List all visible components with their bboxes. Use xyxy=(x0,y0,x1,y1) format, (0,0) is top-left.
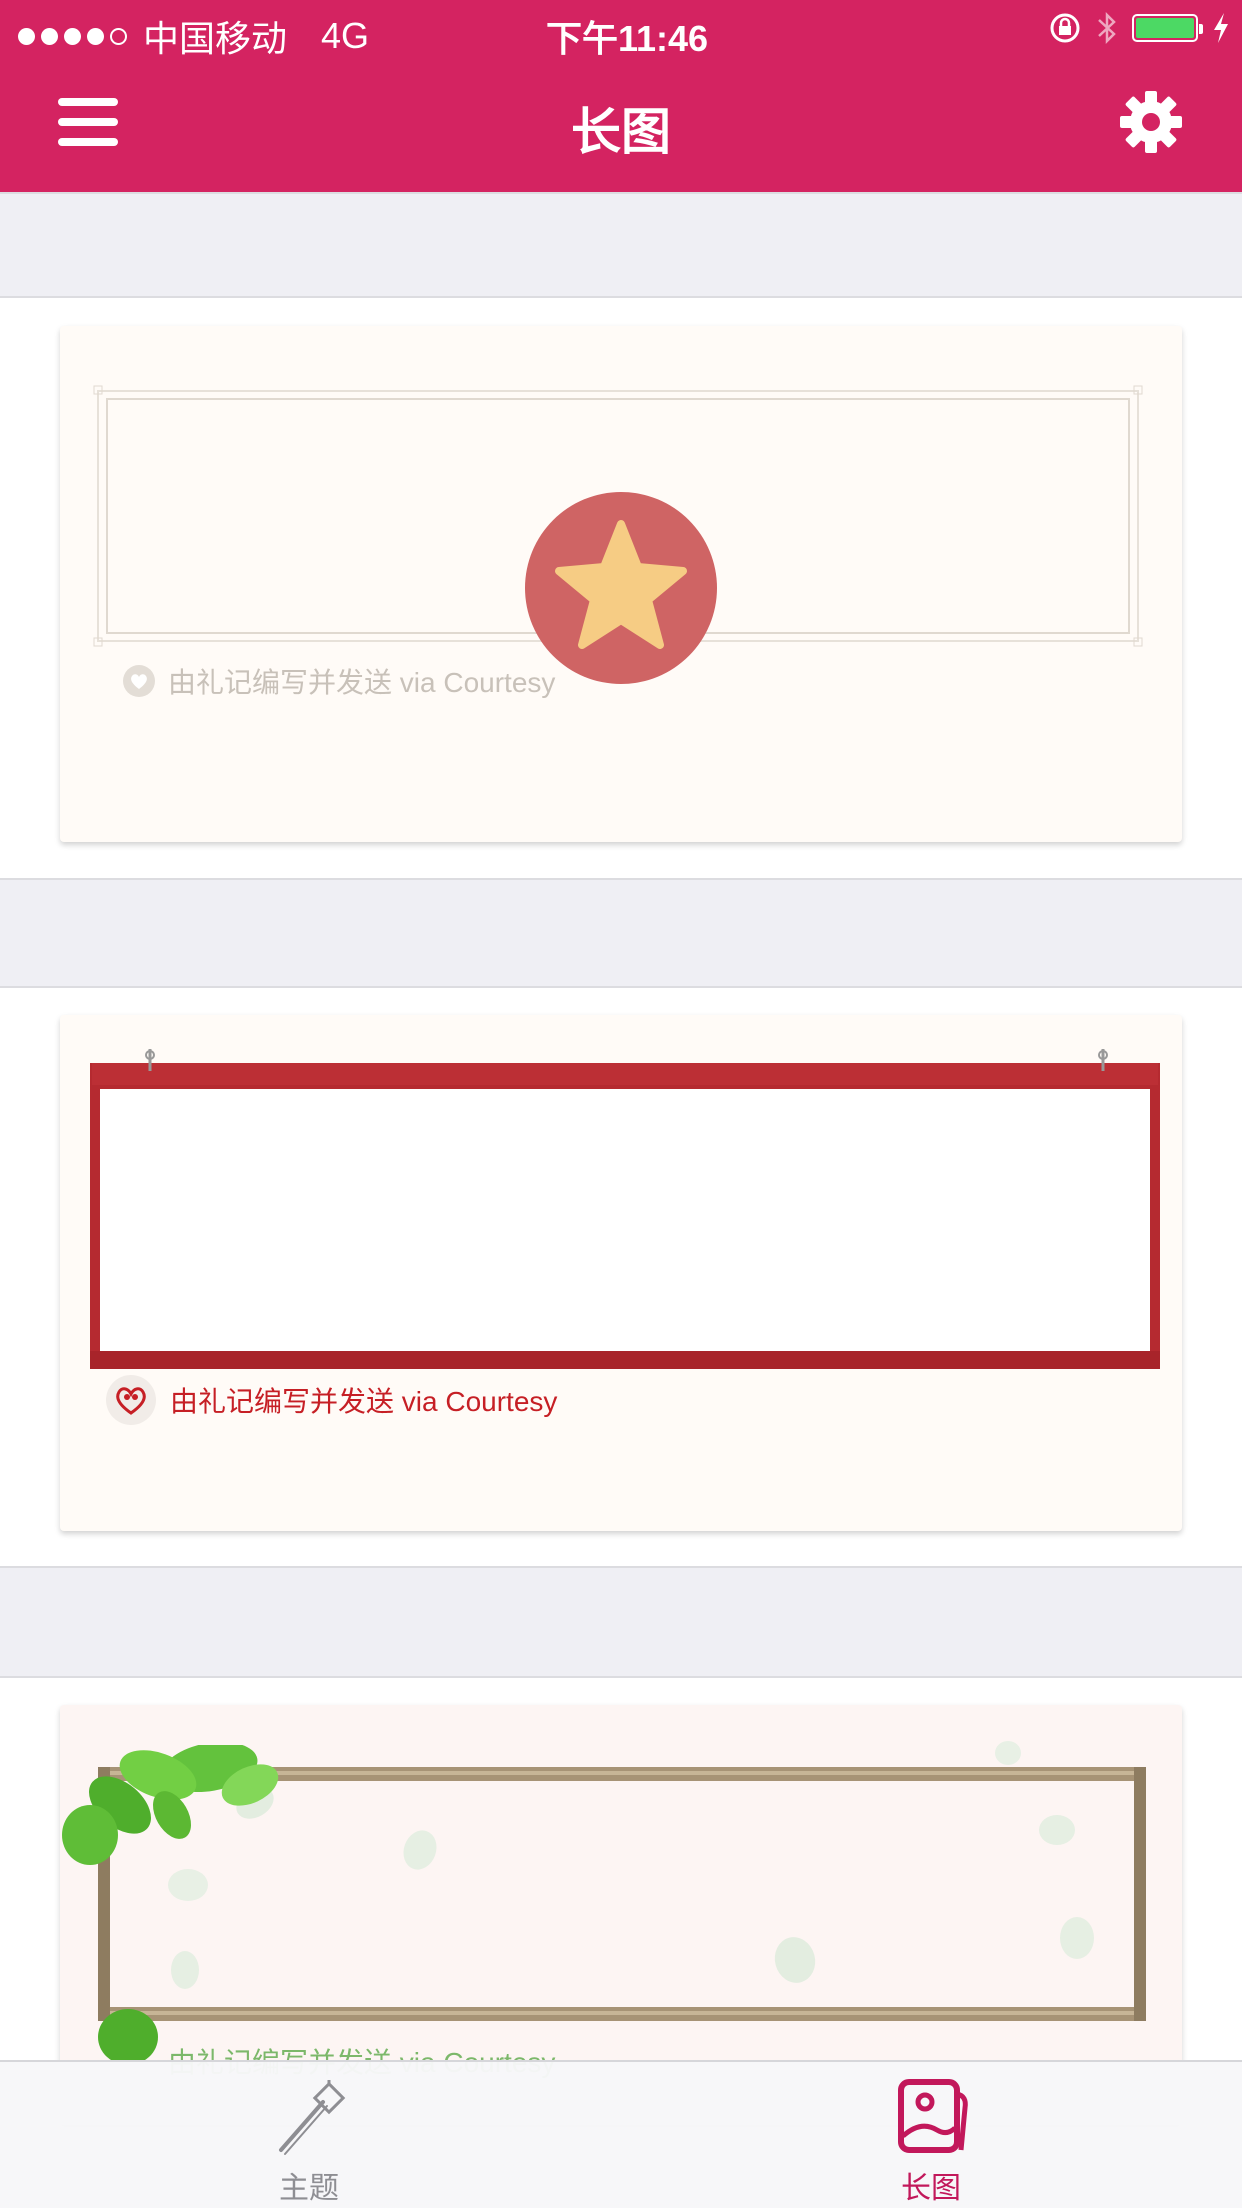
credit-line: 由礼记编写并发送 via Courtesy xyxy=(104,1373,557,1427)
battery-icon xyxy=(1132,14,1203,42)
credit-line: 由礼记编写并发送 via Courtesy xyxy=(122,661,555,701)
gear-icon[interactable] xyxy=(1120,91,1182,153)
section-gap xyxy=(0,1566,1242,1678)
red-board-decoration xyxy=(90,1049,1160,1369)
tab-label: 长图 xyxy=(901,2172,961,2205)
section-gap xyxy=(0,878,1242,988)
tab-bar: 主题 长图 xyxy=(0,2060,1242,2208)
status-bar: 中国移动 4G 下午11:46 xyxy=(0,0,1242,62)
charging-bolt-icon xyxy=(1214,13,1228,43)
photo-gallery-icon xyxy=(898,2079,968,2153)
top-bar: 中国移动 4G 下午11:46 长图 xyxy=(0,0,1242,192)
page-title: 长图 xyxy=(571,104,671,160)
template-card-beige[interactable]: 由礼记编写并发送 via Courtesy xyxy=(60,326,1182,842)
leaves-decoration xyxy=(62,1745,279,1865)
leaf-bottom-decoration xyxy=(98,2009,158,2061)
template-card-red[interactable]: 由礼记编写并发送 via Courtesy xyxy=(60,1015,1182,1531)
tab-long-image[interactable]: 长图 xyxy=(841,2078,1021,2207)
tab-themes[interactable]: 主题 xyxy=(219,2078,399,2207)
heart-logo-icon xyxy=(123,665,155,697)
heart-logo-icon xyxy=(106,1375,156,1425)
orientation-lock-icon xyxy=(1050,13,1080,43)
tab-label: 主题 xyxy=(279,2172,339,2205)
bluetooth-icon xyxy=(1098,11,1116,45)
magic-wand-icon xyxy=(279,2080,346,2155)
section-gap xyxy=(0,192,1242,298)
star-icon[interactable] xyxy=(523,490,719,686)
